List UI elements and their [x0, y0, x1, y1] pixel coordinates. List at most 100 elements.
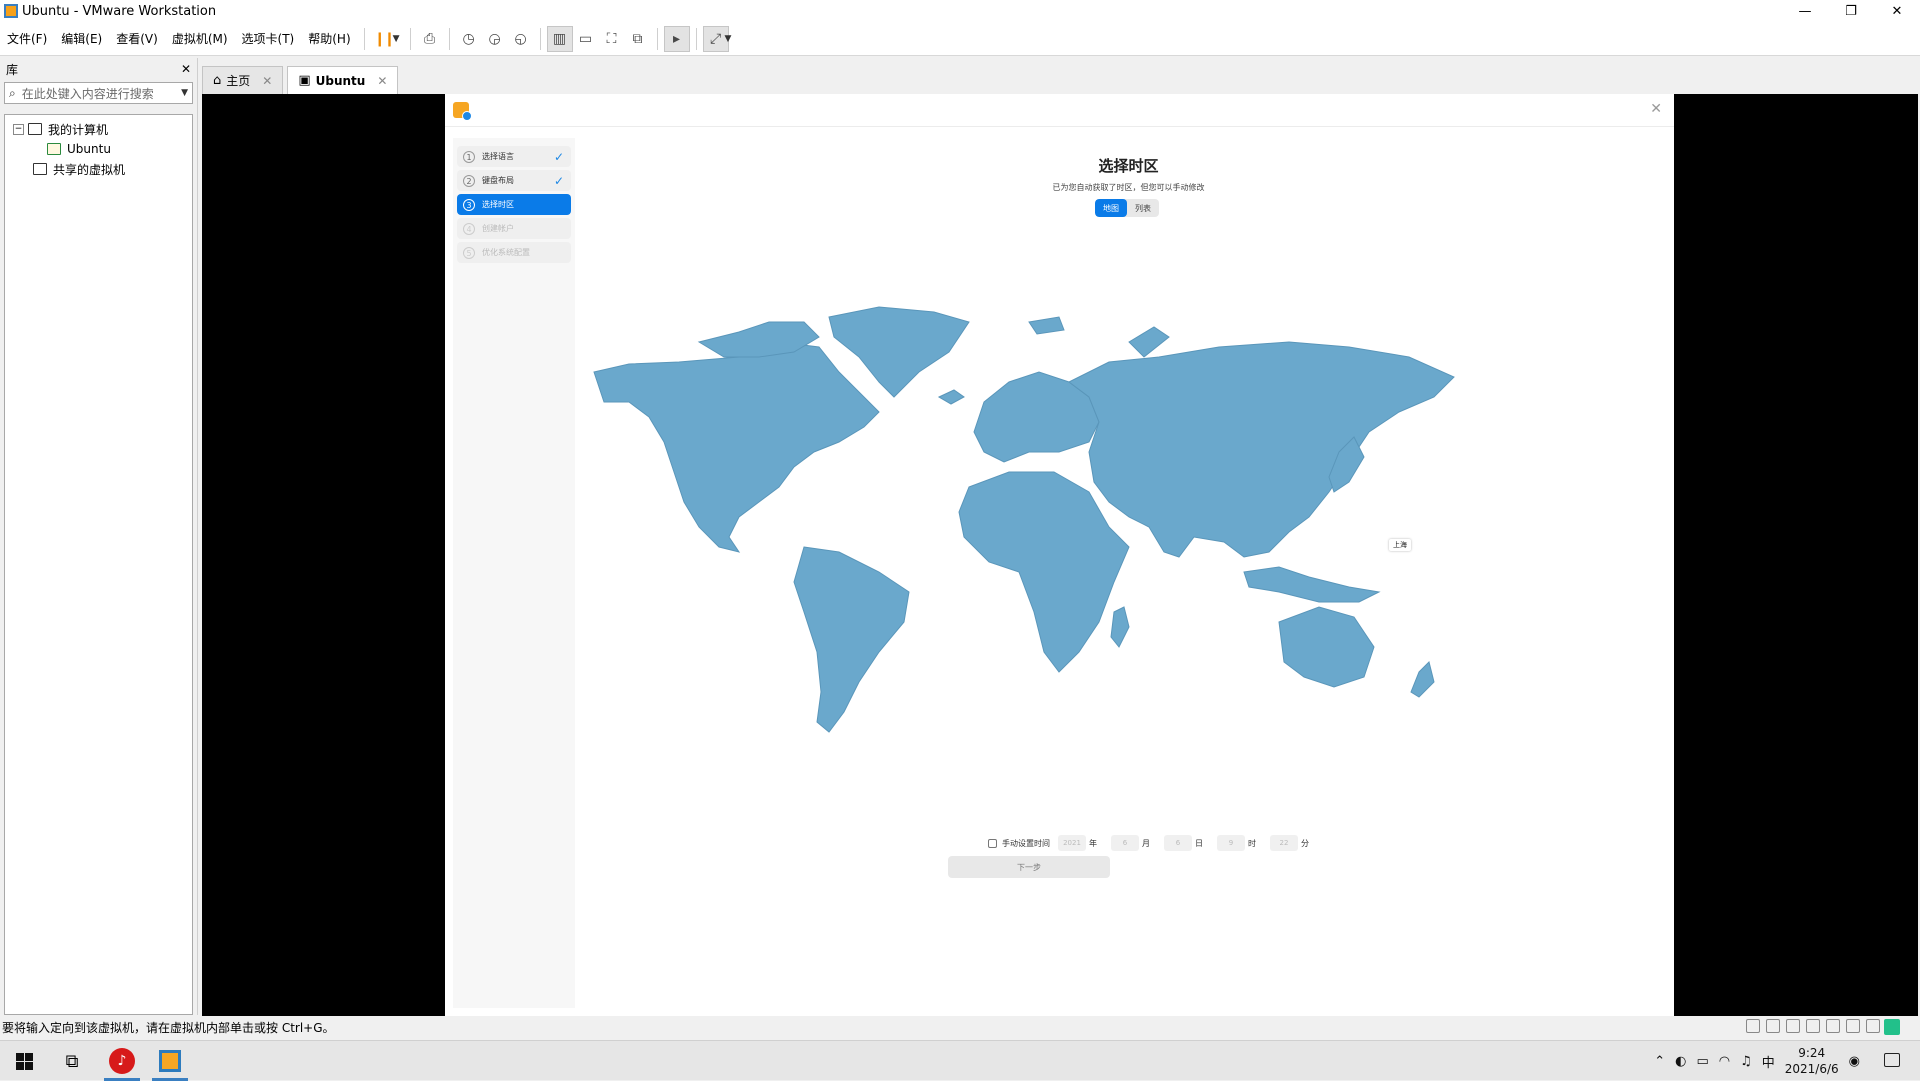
- map-view-button[interactable]: 地图: [1095, 199, 1127, 217]
- volume-icon[interactable]: ♫: [1740, 1054, 1752, 1069]
- step-keyboard-layout[interactable]: 2 键盘布局 ✓: [457, 170, 571, 191]
- taskbar-vmware[interactable]: [146, 1041, 194, 1081]
- collapse-icon[interactable]: −: [13, 123, 24, 135]
- console-view-icon[interactable]: ▸: [663, 25, 690, 52]
- next-button[interactable]: 下一步: [948, 856, 1110, 878]
- status-bar: 要将输入定向到该虚拟机，请在虚拟机内部单击或按 Ctrl+G。: [0, 1016, 1920, 1038]
- minute-input[interactable]: 22: [1270, 835, 1298, 851]
- timezone-panel: 选择时区 已为您自动获取了时区，但您可以手动修改 地图 列表 上海 手动设置时间…: [583, 127, 1674, 1016]
- menu-vm[interactable]: 虚拟机(M): [165, 22, 235, 56]
- start-button[interactable]: [0, 1041, 48, 1081]
- full-screen-icon[interactable]: ⛶: [599, 26, 625, 52]
- wifi-icon[interactable]: ◠: [1719, 1054, 1730, 1069]
- power-dropdown-icon[interactable]: ▼: [393, 34, 400, 44]
- task-view-icon: ⧉: [65, 1050, 79, 1072]
- step-select-language[interactable]: 1 选择语言 ✓: [457, 146, 571, 167]
- tab-home-label: 主页: [226, 74, 251, 88]
- toolbar-separator: [448, 27, 450, 50]
- step-number: 2: [463, 174, 475, 187]
- world-map[interactable]: [589, 302, 1469, 742]
- close-button[interactable]: ✕: [1874, 0, 1920, 22]
- minute-unit: 分: [1301, 838, 1309, 848]
- search-dropdown-icon[interactable]: ▼: [181, 88, 188, 98]
- library-title: 库: [6, 62, 19, 77]
- task-view-button[interactable]: ⧉: [48, 1041, 96, 1081]
- step-number: 1: [463, 150, 475, 163]
- region-australia: [1278, 606, 1375, 688]
- restore-button[interactable]: ❐: [1828, 0, 1874, 22]
- menu-toolbar: 文件(F) 编辑(E) 查看(V) 虚拟机(M) 选项卡(T) 帮助(H) ❙❙…: [0, 22, 1920, 56]
- tab-home-close-icon[interactable]: ✕: [262, 74, 272, 88]
- toolbar-separator: [409, 27, 411, 50]
- vmware-taskbar-icon: [159, 1050, 181, 1072]
- tab-home[interactable]: ⌂ 主页 ✕: [202, 66, 284, 94]
- menu-edit[interactable]: 编辑(E): [54, 22, 109, 56]
- installer-header: ✕: [445, 94, 1674, 127]
- snapshot-icon[interactable]: ◷: [456, 26, 482, 52]
- step-label: 创建帐户: [482, 224, 514, 233]
- region-madagascar: [1110, 606, 1130, 648]
- menu-help[interactable]: 帮助(H): [301, 22, 357, 56]
- show-library-icon[interactable]: ▥: [546, 25, 573, 52]
- menu-file[interactable]: 文件(F): [0, 22, 54, 56]
- day-unit: 日: [1195, 838, 1203, 848]
- menu-view[interactable]: 查看(V): [109, 22, 165, 56]
- toolbar-separator: [695, 27, 697, 50]
- display-icon[interactable]: [1866, 1019, 1880, 1033]
- hour-input[interactable]: 9: [1217, 835, 1245, 851]
- tree-node-shared-vms[interactable]: 共享的虚拟机: [5, 159, 192, 179]
- library-close-icon[interactable]: ✕: [181, 62, 191, 76]
- month-input[interactable]: 6: [1111, 835, 1139, 851]
- manual-time-checkbox[interactable]: [988, 838, 997, 848]
- hard-disk-icon[interactable]: [1746, 1019, 1760, 1033]
- installer-close-icon[interactable]: ✕: [1650, 101, 1662, 117]
- stretch-dropdown-icon[interactable]: ▼: [725, 34, 732, 44]
- tree-label-ubuntu: Ubuntu: [67, 142, 111, 156]
- region-africa: [958, 471, 1130, 673]
- library-panel: 库 ✕ ⌕ 在此处键入内容进行搜索 ▼ − 我的计算机 Ubuntu 共享的虚拟…: [0, 58, 198, 1015]
- usb-controller-icon[interactable]: [1806, 1019, 1820, 1033]
- system-tray: ⌃ ◐ ▭ ◠ ♫ 中 9:24 2021/6/6 ◉: [1654, 1041, 1860, 1081]
- unity-icon[interactable]: ⧉: [625, 26, 651, 52]
- tree-node-my-computer[interactable]: − 我的计算机: [5, 119, 192, 139]
- send-ctrl-alt-del-icon[interactable]: ⎙: [417, 26, 443, 52]
- library-search-placeholder: 在此处键入内容进行搜索: [21, 86, 154, 101]
- vm-console[interactable]: ✕ 1 选择语言 ✓ 2 键盘布局 ✓ 3 选择时区 4 创建帐户 5 优化系统…: [202, 94, 1918, 1016]
- ime-indicator[interactable]: 中: [1762, 1052, 1775, 1071]
- selected-city-label[interactable]: 上海: [1389, 539, 1411, 551]
- list-view-button[interactable]: 列表: [1127, 199, 1159, 217]
- library-search-input[interactable]: ⌕ 在此处键入内容进行搜索 ▼: [4, 82, 193, 104]
- tree-node-ubuntu[interactable]: Ubuntu: [5, 139, 192, 159]
- year-unit: 年: [1089, 838, 1097, 848]
- minimize-button[interactable]: —: [1782, 0, 1828, 22]
- show-hidden-icons-icon[interactable]: ⌃: [1654, 1054, 1665, 1069]
- user-app-icon[interactable]: ◉: [1849, 1054, 1860, 1069]
- step-label: 选择时区: [482, 200, 514, 209]
- installer-window[interactable]: ✕ 1 选择语言 ✓ 2 键盘布局 ✓ 3 选择时区 4 创建帐户 5 优化系统…: [445, 94, 1674, 1016]
- tray-app-icon[interactable]: ◐: [1675, 1054, 1686, 1069]
- menu-tabs[interactable]: 选项卡(T): [235, 22, 302, 56]
- taskbar-netease-music[interactable]: ♪: [98, 1041, 146, 1081]
- check-icon: ✓: [553, 173, 564, 188]
- day-input[interactable]: 6: [1164, 835, 1192, 851]
- clock[interactable]: 9:24 2021/6/6: [1785, 1045, 1839, 1077]
- year-input[interactable]: 2021: [1058, 835, 1086, 851]
- cd-dvd-icon[interactable]: [1766, 1019, 1780, 1033]
- printer-icon[interactable]: [1826, 1019, 1840, 1033]
- home-icon: ⌂: [213, 73, 222, 88]
- step-select-timezone[interactable]: 3 选择时区: [457, 194, 571, 215]
- battery-icon[interactable]: ▭: [1696, 1054, 1708, 1069]
- manual-time-row: 手动设置时间 2021 年 6 月 6 日 9 时 22 分: [988, 835, 1315, 851]
- thumbnail-bar-icon[interactable]: ▭: [573, 26, 599, 52]
- notification-center-icon[interactable]: [1884, 1053, 1900, 1067]
- tab-ubuntu[interactable]: ▣ Ubuntu ✕: [287, 66, 399, 94]
- snapshot-manager-icon[interactable]: ◵: [508, 26, 534, 52]
- vmware-tools-status-icon[interactable]: [1884, 1019, 1900, 1035]
- tab-ubuntu-close-icon[interactable]: ✕: [377, 74, 387, 88]
- sound-card-icon[interactable]: [1846, 1019, 1860, 1033]
- title-bar: Ubuntu - VMware Workstation — ❐ ✕: [0, 0, 1920, 22]
- revert-snapshot-icon[interactable]: ◶: [482, 26, 508, 52]
- network-adapter-icon[interactable]: [1786, 1019, 1800, 1033]
- hour-unit: 时: [1248, 838, 1256, 848]
- step-label: 选择语言: [482, 152, 514, 161]
